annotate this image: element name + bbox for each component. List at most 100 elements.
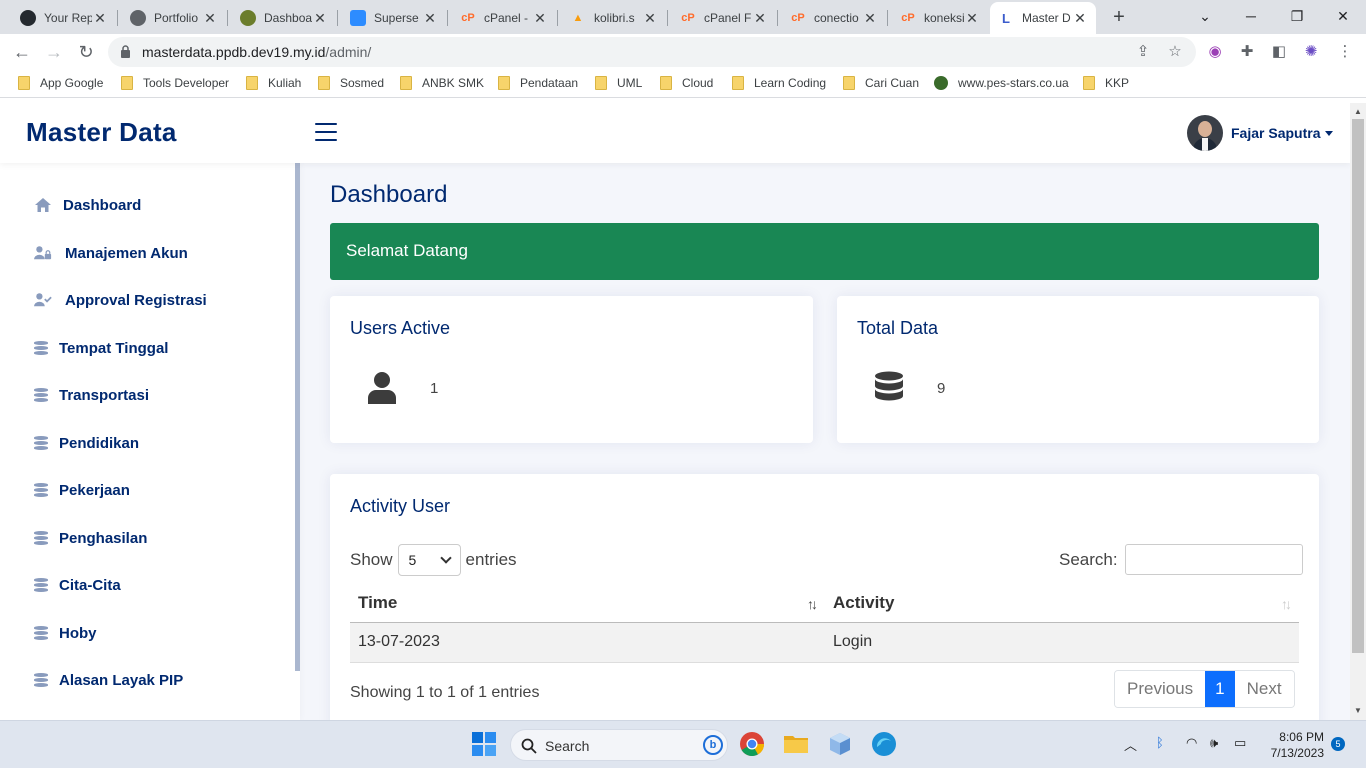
windows-start-icon[interactable] — [471, 731, 497, 757]
bookmark-item[interactable]: Learn Coding — [732, 76, 826, 90]
close-icon[interactable]: ✕ — [532, 10, 548, 27]
close-icon[interactable]: ✕ — [642, 10, 658, 27]
scroll-up-arrow-icon[interactable]: ▲ — [1354, 107, 1362, 116]
share-icon[interactable]: ⇪ — [1134, 43, 1152, 61]
browser-tab[interactable]: Your Rep ✕ — [12, 4, 116, 32]
sidebar-item-pendidikan[interactable]: Pendidikan — [34, 434, 139, 452]
sidebar-item-alasan-layak-pip[interactable]: Alasan Layak PIP — [34, 671, 183, 689]
bookmark-item[interactable]: UML — [595, 76, 642, 90]
taskbar-search-label: Search — [545, 738, 590, 754]
bookmark-item[interactable]: App Google — [18, 76, 103, 90]
browser-tab[interactable]: ▲ kolibri.s ✕ — [562, 4, 666, 32]
forward-arrow-icon[interactable]: → — [42, 40, 66, 64]
close-icon[interactable]: ✕ — [1072, 10, 1088, 27]
app-cube-icon[interactable] — [827, 731, 853, 757]
entries-select[interactable]: 5 — [397, 544, 461, 576]
extension-radio-icon[interactable]: ◉ — [1206, 43, 1224, 61]
bookmark-item[interactable]: Tools Developer — [121, 76, 229, 90]
show-label: Show — [350, 550, 393, 569]
bookmark-label: Tools Developer — [143, 76, 230, 90]
page-scrollbar[interactable]: ▲ ▼ — [1350, 103, 1366, 720]
taskbar-search-box[interactable]: Search b — [510, 729, 728, 761]
hamburger-menu-icon[interactable] — [315, 123, 337, 141]
notification-badge[interactable]: 5 — [1331, 737, 1345, 751]
close-icon[interactable]: ✕ — [862, 10, 878, 27]
browser-tab[interactable]: Superse ✕ — [342, 4, 446, 32]
clock-date: 7/13/2023 — [1270, 746, 1324, 760]
bookmark-item[interactable]: ANBK SMK — [400, 76, 484, 90]
bing-icon[interactable]: b — [703, 735, 723, 755]
sidebar-item-label: Manajemen Akun — [65, 244, 188, 262]
sidebar-item-transportasi[interactable]: Transportasi — [34, 386, 149, 404]
sidebar-item-manajemen-akun[interactable]: Manajemen Akun — [34, 244, 188, 262]
bookmark-item[interactable]: KKP — [1083, 76, 1129, 90]
tab-search-chevron-icon[interactable]: ⌄ — [1182, 4, 1228, 28]
battery-icon[interactable]: ▭ — [1234, 735, 1246, 751]
address-bar[interactable]: masterdata.ppdb.dev19.my.id/admin/ ⇪ ☆ — [108, 37, 1196, 67]
browser-tab[interactable]: cP cPanel F ✕ — [672, 4, 776, 32]
close-icon[interactable]: ✕ — [202, 10, 218, 27]
sidebar-item-approval-registrasi[interactable]: Approval Registrasi — [34, 291, 207, 309]
brand-logo-text[interactable]: Master Data — [26, 117, 177, 148]
volume-icon[interactable]: 🕪 — [1210, 735, 1218, 751]
close-icon[interactable]: ✕ — [92, 10, 108, 27]
search-input[interactable] — [1124, 544, 1303, 575]
sidebar-item-pekerjaan[interactable]: Pekerjaan — [34, 481, 130, 499]
browser-tab[interactable]: cP koneksi ✕ — [892, 4, 988, 32]
previous-page-button[interactable]: Previous — [1115, 671, 1206, 707]
close-icon[interactable]: ✕ — [422, 10, 438, 27]
browser-tab[interactable]: Dashboa ✕ — [232, 4, 336, 32]
users-active-count: 1 — [430, 380, 439, 397]
browser-tab-active[interactable]: L Master D ✕ — [990, 2, 1096, 34]
entries-length-control: Show 5 entries — [350, 544, 517, 576]
chevron-down-icon — [439, 552, 452, 564]
sidebar-item-hoby[interactable]: Hoby — [34, 624, 97, 642]
browser-tab[interactable]: Portfolio ✕ — [122, 4, 226, 32]
bookmark-item[interactable]: www.pes-stars.co.ua — [934, 76, 1069, 90]
bookmark-item[interactable]: Cloud — [660, 76, 713, 90]
sidebar-scrollbar[interactable] — [295, 163, 300, 671]
close-icon[interactable]: ✕ — [964, 10, 980, 27]
browser-tab[interactable]: cP conectio ✕ — [782, 4, 886, 32]
side-panel-icon[interactable]: ◧ — [1270, 43, 1288, 61]
column-header-activity[interactable]: Activity ↑↓ — [825, 584, 1299, 623]
extensions-puzzle-icon[interactable]: ✚ — [1238, 43, 1256, 61]
edge-dev-icon[interactable] — [871, 731, 897, 757]
bookmark-item[interactable]: Pendataan — [498, 76, 578, 90]
laravel-icon: L — [1002, 10, 1010, 26]
reload-icon[interactable]: ↻ — [74, 40, 98, 64]
file-explorer-icon[interactable] — [783, 731, 809, 757]
database-icon — [875, 371, 903, 401]
new-tab-button[interactable]: + — [1108, 6, 1130, 28]
bluetooth-icon[interactable]: ᛒ — [1156, 735, 1164, 750]
profile-dropdown[interactable]: Fajar Saputra — [1187, 115, 1334, 151]
page-1-button[interactable]: 1 — [1205, 671, 1235, 707]
user-lock-icon — [34, 244, 52, 262]
browser-tab[interactable]: cP cPanel - ✕ — [452, 4, 556, 32]
back-arrow-icon[interactable]: ← — [10, 40, 34, 64]
close-window-button[interactable]: ✕ — [1320, 4, 1366, 28]
sidebar-item-cita-cita[interactable]: Cita-Cita — [34, 576, 121, 594]
folder-icon — [18, 76, 30, 90]
sidebar-item-dashboard[interactable]: Dashboard — [34, 196, 141, 214]
bookmark-item[interactable]: Cari Cuan — [843, 76, 919, 90]
system-clock[interactable]: 8:06 PM 7/13/2023 — [1266, 729, 1324, 761]
close-icon[interactable]: ✕ — [312, 10, 328, 27]
chevron-up-icon[interactable]: ︿ — [1124, 735, 1137, 754]
wifi-icon[interactable]: ◠ — [1186, 735, 1197, 751]
sidebar-item-penghasilan[interactable]: Penghasilan — [34, 529, 147, 547]
kebab-menu-icon[interactable]: ⋮ — [1336, 43, 1354, 61]
scrollbar-thumb[interactable] — [1352, 119, 1364, 653]
sidebar-item-tempat-tinggal[interactable]: Tempat Tinggal — [34, 339, 168, 357]
minimize-button[interactable]: ─ — [1228, 4, 1274, 28]
bookmark-star-icon[interactable]: ☆ — [1166, 43, 1184, 61]
scroll-down-arrow-icon[interactable]: ▼ — [1354, 706, 1362, 715]
profile-avatar-icon[interactable]: ✺ — [1302, 43, 1320, 61]
restore-button[interactable]: ❐ — [1274, 4, 1320, 28]
chrome-icon[interactable] — [739, 731, 765, 757]
close-icon[interactable]: ✕ — [752, 10, 768, 27]
bookmark-item[interactable]: Kuliah — [246, 76, 301, 90]
next-page-button[interactable]: Next — [1234, 671, 1294, 707]
column-header-time[interactable]: Time ↑↓ — [350, 584, 825, 623]
bookmark-item[interactable]: Sosmed — [318, 76, 384, 90]
